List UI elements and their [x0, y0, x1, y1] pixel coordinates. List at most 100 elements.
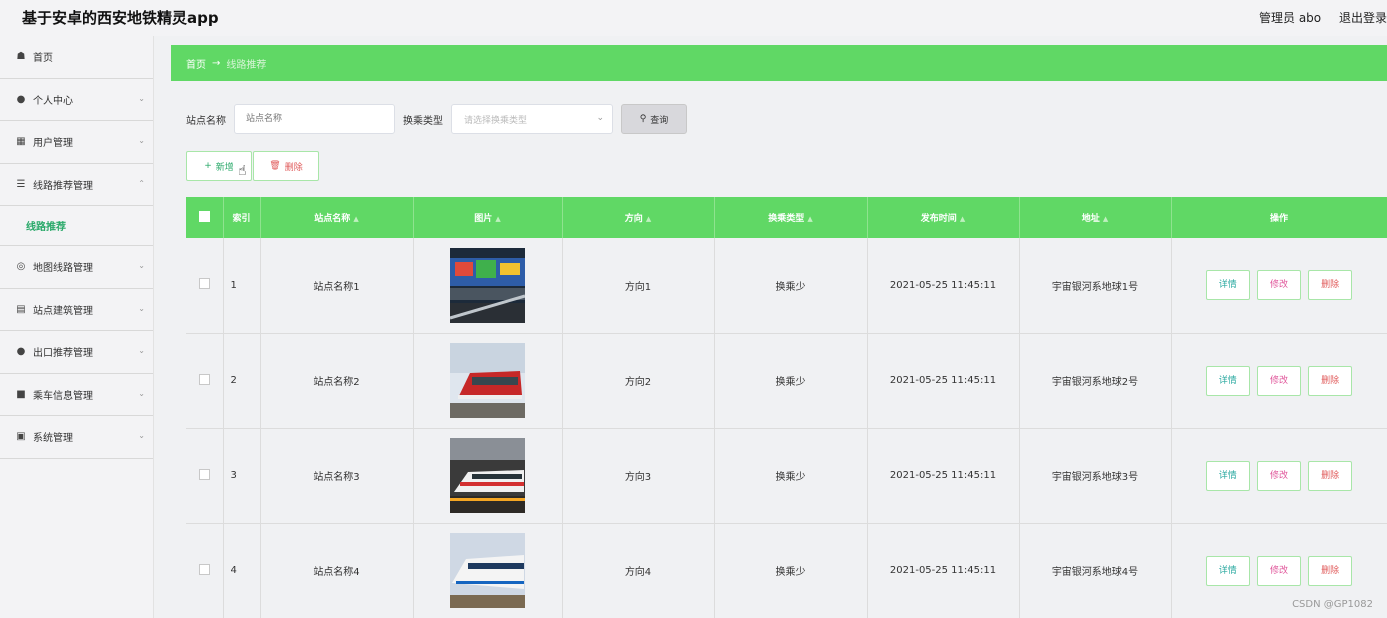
- row-checkbox[interactable]: [198, 278, 210, 290]
- row-checkbox[interactable]: [198, 468, 210, 480]
- row-actions: 详情 修改 删除: [1171, 238, 1387, 334]
- sidebar-item-users[interactable]: ▦ 用户管理 ⌄: [0, 121, 153, 164]
- column-header[interactable]: 地址 ▲: [1019, 197, 1172, 238]
- row-checkbox[interactable]: [198, 373, 210, 385]
- main-content: 首页 → 线路推荐 站点名称 换乘类型 请选择换乘类型 ⌄ ⚲ 查询 + 新增 …: [171, 45, 1387, 618]
- detail-button[interactable]: 详情: [1205, 365, 1250, 396]
- row-station: 站点名称2: [260, 333, 414, 429]
- sort-icon[interactable]: ▲: [807, 215, 812, 223]
- edit-button[interactable]: 修改: [1257, 555, 1301, 586]
- grid-icon: ▦: [16, 136, 26, 148]
- detail-button[interactable]: 详情: [1205, 555, 1250, 586]
- table-row: 2 站点名称2 方向2 换乘少 2021-05-25 11:45:11 宇宙银河…: [186, 333, 1387, 429]
- row-station: 站点名称4: [260, 523, 414, 618]
- sidebar-item-buildings[interactable]: ▤ 站点建筑管理 ⌄: [0, 289, 153, 331]
- hand-cursor-icon: ☝: [238, 163, 247, 179]
- sidebar-item-system[interactable]: ▣ 系统管理 ⌄: [0, 416, 153, 459]
- top-bar: 基于安卓的西安地铁精灵app 管理员 abo 退出登录: [0, 0, 1387, 36]
- logout-link[interactable]: 退出登录: [1339, 11, 1387, 25]
- chevron-down-icon: ⌄: [138, 346, 145, 355]
- compass-icon: ◎: [16, 261, 26, 273]
- batch-delete-button[interactable]: 🗑 删除: [253, 151, 319, 181]
- sort-icon[interactable]: ▲: [495, 215, 500, 223]
- row-select-cell[interactable]: [186, 523, 224, 618]
- subway-graffiti-image[interactable]: [450, 247, 525, 323]
- sidebar-item-personal[interactable]: ● 个人中心 ⌄: [0, 79, 153, 121]
- row-time: 2021-05-25 11:45:11: [867, 428, 1020, 524]
- sort-icon[interactable]: ▲: [646, 215, 651, 223]
- sort-icon[interactable]: ▲: [1103, 215, 1108, 223]
- row-select-cell[interactable]: [186, 333, 224, 429]
- delete-button[interactable]: 删除: [1308, 270, 1353, 301]
- column-header[interactable]: 换乘类型 ▲: [714, 197, 868, 238]
- home-icon: ☗: [16, 51, 26, 63]
- plus-icon: +: [204, 161, 212, 171]
- delete-button[interactable]: 删除: [1308, 555, 1353, 586]
- transfer-type-label: 换乘类型: [403, 115, 443, 127]
- detail-button[interactable]: 详情: [1205, 460, 1250, 491]
- breadcrumb-separator: →: [212, 57, 221, 69]
- sidebar-item-label: 首页: [33, 53, 53, 65]
- station-name-input[interactable]: [234, 104, 395, 134]
- edit-button[interactable]: 修改: [1257, 270, 1301, 301]
- row-index: 4: [223, 523, 261, 618]
- table-header-row: 索引 站点名称 ▲ 图片 ▲ 方向 ▲ 换乘类型 ▲ 发布时间 ▲ 地址 ▲ 操作: [186, 197, 1387, 238]
- select-all-cell[interactable]: [186, 197, 224, 238]
- sidebar-item-routes[interactable]: ☰ 线路推荐管理 ⌃: [0, 164, 153, 206]
- header-label: 操作: [1269, 214, 1288, 224]
- delete-button[interactable]: 删除: [1308, 460, 1353, 491]
- user-label[interactable]: 管理员 abo: [1259, 11, 1321, 25]
- edit-button[interactable]: 修改: [1257, 365, 1301, 396]
- train-image[interactable]: [450, 343, 525, 418]
- high-speed-train-image[interactable]: [450, 438, 525, 513]
- sidebar-subitem-route-recommend[interactable]: 线路推荐: [0, 206, 153, 246]
- sidebar-item-rides[interactable]: ■ 乘车信息管理 ⌄: [0, 374, 153, 416]
- select-all-checkbox[interactable]: [198, 210, 210, 222]
- sidebar-item-map[interactable]: ◎ 地图线路管理 ⌄: [0, 246, 153, 289]
- header-label: 图片: [474, 214, 493, 224]
- row-address: 宇宙银河系地球2号: [1019, 333, 1172, 429]
- breadcrumb-home[interactable]: 首页: [186, 56, 206, 71]
- column-header[interactable]: 方向 ▲: [562, 197, 715, 238]
- transfer-type-select[interactable]: 请选择换乘类型 ⌄: [451, 104, 613, 134]
- column-header[interactable]: 发布时间 ▲: [867, 197, 1020, 238]
- row-address: 宇宙银河系地球4号: [1019, 523, 1172, 618]
- person-icon: ●: [16, 93, 26, 105]
- sidebar-item-exits[interactable]: ● 出口推荐管理 ⌄: [0, 331, 153, 374]
- breadcrumb-current: 线路推荐: [226, 59, 267, 71]
- detail-button[interactable]: 详情: [1205, 270, 1250, 301]
- row-select-cell[interactable]: [186, 238, 224, 334]
- crh-train-image[interactable]: [450, 533, 525, 608]
- row-image-cell: [413, 238, 563, 334]
- header-label: 换乘类型: [768, 214, 805, 224]
- column-header: 索引: [223, 197, 261, 238]
- column-header[interactable]: 图片 ▲: [413, 197, 563, 238]
- routes-table: 索引 站点名称 ▲ 图片 ▲ 方向 ▲ 换乘类型 ▲ 发布时间 ▲ 地址 ▲ 操作 1 站点…: [186, 197, 1387, 618]
- column-header[interactable]: 站点名称 ▲: [260, 197, 414, 238]
- sidebar-item-home[interactable]: ☗ 首页: [0, 36, 153, 79]
- row-time: 2021-05-25 11:45:11: [867, 333, 1020, 429]
- query-button[interactable]: ⚲ 查询: [621, 104, 687, 134]
- row-direction: 方向3: [562, 428, 715, 524]
- row-address: 宇宙银河系地球3号: [1019, 428, 1172, 524]
- row-time: 2021-05-25 11:45:11: [867, 238, 1020, 334]
- chevron-up-icon: ⌃: [138, 178, 145, 188]
- row-transfer: 换乘少: [714, 238, 868, 334]
- transfer-type-placeholder: 请选择换乘类型: [464, 115, 528, 126]
- row-image-cell: [413, 523, 563, 618]
- sidebar: ☗ 首页 ● 个人中心 ⌄ ▦ 用户管理 ⌄ ☰ 线路推荐管理 ⌃ 线路推荐 ◎…: [0, 36, 154, 618]
- row-select-cell[interactable]: [186, 428, 224, 524]
- row-checkbox[interactable]: [198, 563, 210, 575]
- chevron-down-icon: ⌄: [138, 303, 145, 313]
- edit-button[interactable]: 修改: [1257, 460, 1301, 491]
- chevron-down-icon: ⌄: [138, 388, 145, 398]
- delete-button[interactable]: 删除: [1308, 365, 1353, 396]
- sort-icon[interactable]: ▲: [960, 215, 965, 223]
- row-station: 站点名称1: [260, 238, 414, 334]
- row-index: 3: [223, 428, 261, 524]
- sort-icon[interactable]: ▲: [353, 215, 358, 223]
- row-time: 2021-05-25 11:45:11: [867, 523, 1020, 618]
- sidebar-item-label: 地图线路管理: [33, 263, 93, 275]
- row-actions: 详情 修改 删除: [1171, 428, 1387, 524]
- row-transfer: 换乘少: [714, 428, 868, 524]
